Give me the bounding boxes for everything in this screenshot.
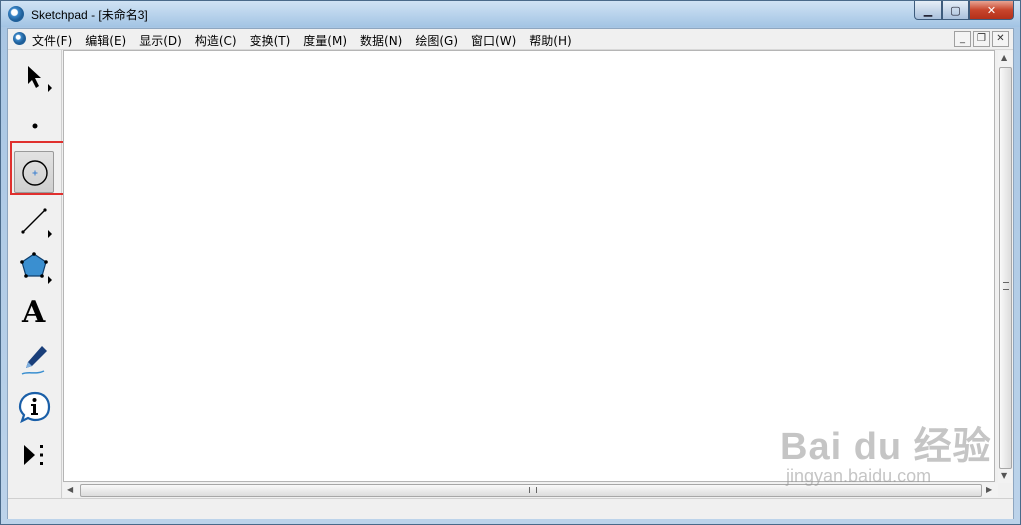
information-tool[interactable] [14,387,54,429]
sketch-canvas[interactable] [63,50,995,482]
sketchpad-app-icon[interactable] [8,6,24,22]
vertical-scrollbar[interactable]: ▲ ▼ [998,51,1012,483]
marker-pen-icon [21,346,47,375]
doc-minimize-button[interactable]: _ [954,31,971,47]
menu-measure[interactable]: 度量(M) [303,32,347,49]
mdi-client: 文件(F) 编辑(E) 显示(D) 构造(C) 变换(T) 度量(M) 数据(N… [7,28,1014,519]
maximize-button[interactable]: ▢ [942,1,969,20]
scroll-up-arrow-icon[interactable]: ▲ [1001,53,1007,62]
text-tool[interactable]: A [14,293,54,335]
restore-icon: ❐ [977,33,986,44]
tool-submenu-arrow-icon[interactable] [48,276,52,284]
polygon-tool[interactable] [14,246,54,288]
menu-edit[interactable]: 编辑(E) [85,32,126,49]
selection-arrow-tool[interactable] [14,56,54,98]
doc-restore-button[interactable]: ❐ [973,31,990,47]
marker-tool[interactable] [14,340,54,382]
close-icon: ✕ [986,3,997,17]
horizontal-scrollbar[interactable]: ◀ ▶ [63,483,998,497]
grip-icon [529,487,537,493]
tool-submenu-arrow-icon[interactable] [48,230,52,238]
compass-circle-icon [22,160,48,186]
document-icon[interactable] [13,32,26,45]
close-button[interactable]: ✕ [969,1,1014,20]
status-bar [8,498,1013,519]
point-icon [32,123,38,129]
menu-construct[interactable]: 构造(C) [195,32,237,49]
maximize-icon: ▢ [950,3,961,17]
point-tool[interactable] [14,105,54,147]
minimize-button[interactable]: ▁ [914,1,942,20]
custom-tool-play-icon [24,445,43,465]
text-a-icon: A [22,295,46,330]
menu-transform[interactable]: 变换(T) [250,32,291,49]
menu-display[interactable]: 显示(D) [139,32,182,49]
vertical-scroll-thumb[interactable] [999,67,1012,469]
app-name: Sketchpad [31,8,88,22]
scroll-right-arrow-icon[interactable]: ▶ [986,485,992,494]
custom-tools[interactable] [14,434,54,476]
scroll-down-arrow-icon[interactable]: ▼ [1001,471,1007,480]
menu-items: 文件(F) 编辑(E) 显示(D) 构造(C) 变换(T) 度量(M) 数据(N… [32,32,585,49]
compass-tool[interactable] [14,151,54,193]
straightedge-tool[interactable] [14,200,54,242]
grip-icon [1003,282,1009,290]
minimize-icon: ▁ [923,3,933,17]
menu-file[interactable]: 文件(F) [32,32,72,49]
close-icon: ✕ [996,33,1005,44]
scroll-left-arrow-icon[interactable]: ◀ [67,485,73,494]
minimize-icon: _ [960,33,965,44]
horizontal-scroll-thumb[interactable] [80,484,982,497]
window-title: Sketchpad - [未命名3] [31,6,148,23]
menu-data[interactable]: 数据(N) [360,32,402,49]
menu-graph[interactable]: 绘图(G) [415,32,458,49]
app-window: Sketchpad - [未命名3] ▁ ▢ ✕ 文件(F) 编辑(E) 显示(… [0,0,1021,525]
menu-help[interactable]: 帮助(H) [529,32,571,49]
title-bar[interactable]: Sketchpad - [未命名3] ▁ ▢ ✕ [1,1,1020,27]
tool-submenu-arrow-icon[interactable] [48,84,52,92]
document-title: - [未命名3] [91,8,148,22]
menu-bar: 文件(F) 编辑(E) 显示(D) 构造(C) 变换(T) 度量(M) 数据(N… [8,29,1013,50]
menu-window[interactable]: 窗口(W) [471,32,516,49]
window-controls: ▁ ▢ ✕ [914,1,1014,20]
info-bubble-icon [18,391,51,424]
doc-close-button[interactable]: ✕ [992,31,1009,47]
document-window-controls: _ ❐ ✕ [954,31,1009,47]
toolbox: A [8,50,74,518]
